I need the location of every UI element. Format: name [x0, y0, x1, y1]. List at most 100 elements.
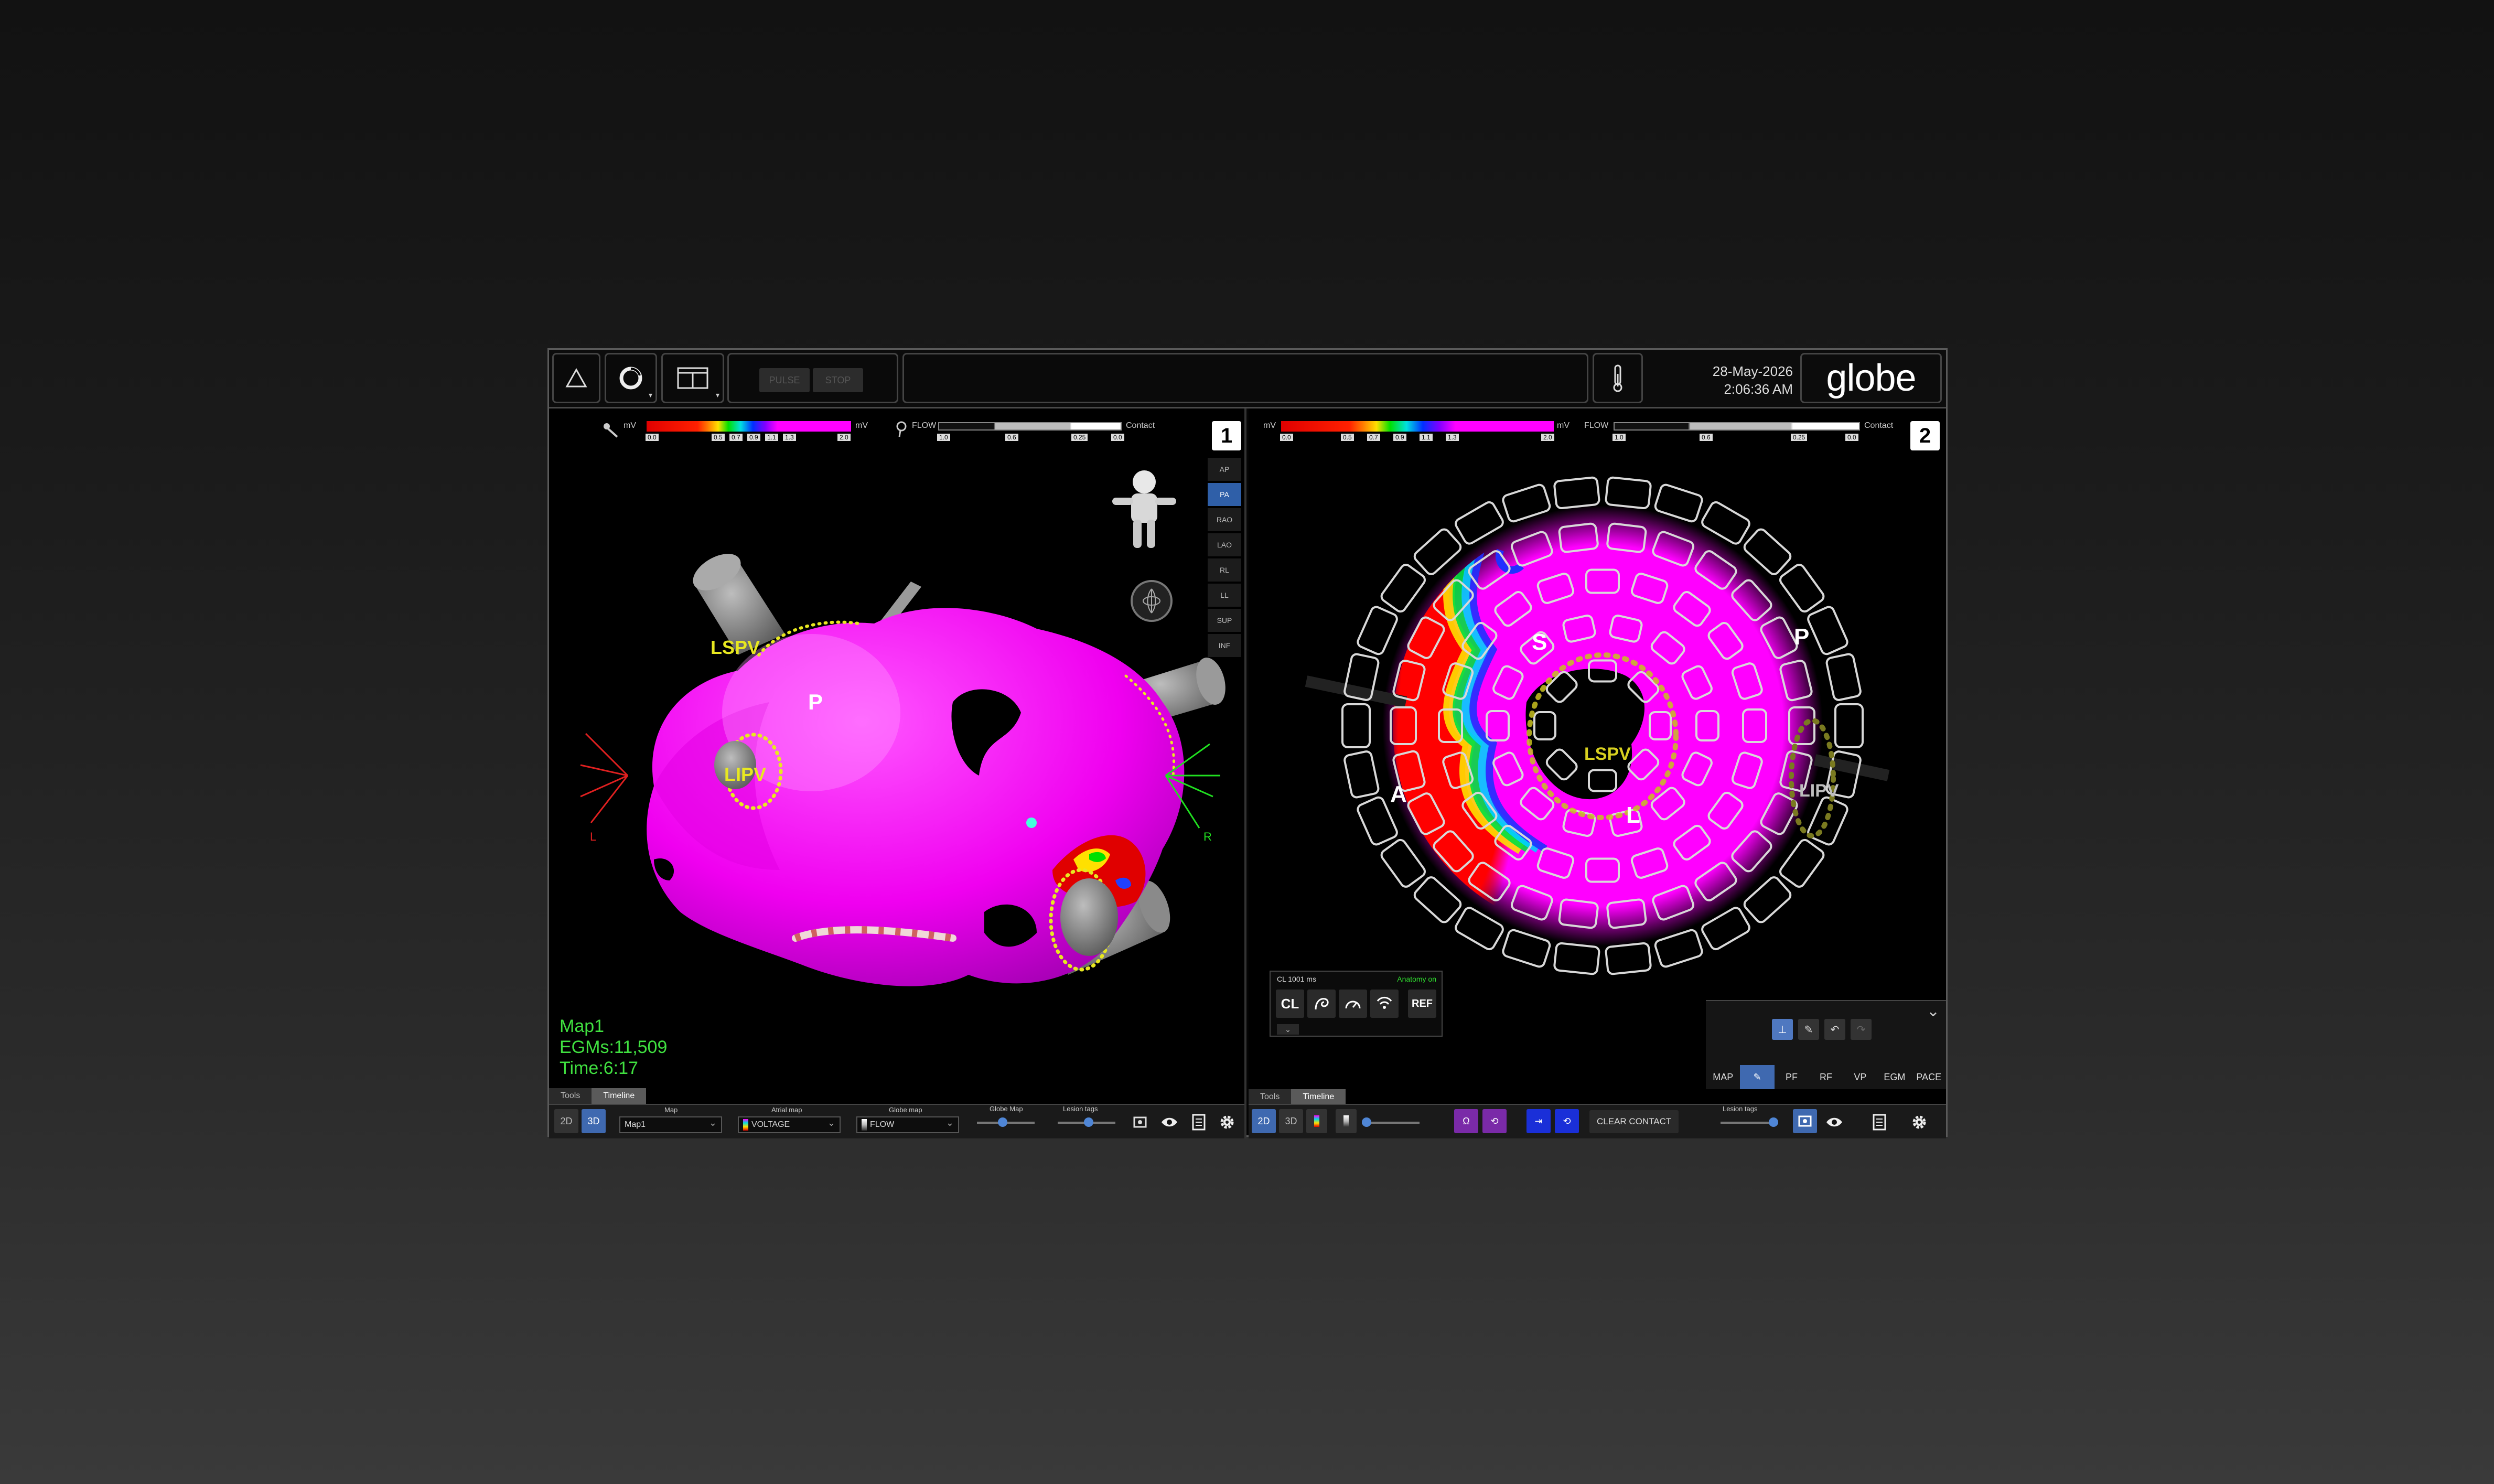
atrial-map-value: VOLTAGE [751, 1120, 790, 1129]
globe-map-slider[interactable] [977, 1117, 1035, 1127]
electrode [1834, 703, 1864, 748]
pulse-button[interactable]: PULSE [759, 368, 810, 392]
view-2d-button[interactable]: 2D [554, 1109, 578, 1133]
notes-button[interactable] [1187, 1110, 1211, 1134]
settings-button[interactable] [1215, 1110, 1239, 1134]
redo-icon: ↷ [1856, 1024, 1866, 1036]
panel-2d-globe-view[interactable]: mV mV 0.0 0.5 0.7 0.9 1.1 1.3 2.0 FLOW C… [1249, 408, 1946, 1138]
view-2d-button[interactable]: 2D [1252, 1109, 1276, 1133]
map-select[interactable]: Map1 [619, 1116, 722, 1133]
view-3d-button[interactable]: 3D [582, 1109, 606, 1133]
mv-tick: 0.9 [1393, 434, 1406, 441]
collapse-chevron-icon[interactable]: ⌄ [1927, 1002, 1940, 1020]
clear-contact-button[interactable]: CLEAR CONTACT [1589, 1110, 1679, 1133]
anatomy-status: Anatomy on [1397, 975, 1436, 983]
settings-button[interactable] [1907, 1110, 1931, 1134]
label-lspv: LSPV [1584, 744, 1631, 764]
notes-button[interactable] [1867, 1110, 1891, 1134]
catheter-tool-button[interactable] [1307, 990, 1336, 1018]
tab-rf[interactable]: RF [1809, 1065, 1843, 1089]
pen-icon: ✎ [1804, 1024, 1813, 1036]
electrode [1807, 796, 1848, 846]
purple-refresh-button[interactable]: ⟲ [1482, 1109, 1507, 1133]
tab-vp[interactable]: VP [1843, 1065, 1877, 1089]
voltage-map-select[interactable] [1306, 1109, 1327, 1133]
tab-timeline[interactable]: Timeline [1291, 1089, 1346, 1105]
voltage-swatch-icon [743, 1119, 748, 1131]
warning-button[interactable] [552, 353, 600, 403]
gauge-button[interactable] [1339, 990, 1367, 1018]
tab-timeline[interactable]: Timeline [592, 1088, 647, 1104]
slider-knob[interactable] [1769, 1117, 1778, 1127]
cl-button[interactable]: CL [1276, 990, 1304, 1018]
ring-icon [619, 367, 642, 390]
map-time: Time:6:17 [560, 1058, 638, 1078]
tab-pf[interactable]: PF [1775, 1065, 1809, 1089]
heart-3d-mesh[interactable]: LSPV LIPV P L R [549, 408, 1246, 1085]
flow-map-select[interactable] [1336, 1109, 1357, 1133]
lesion-tags-label: Lesion tags [1063, 1105, 1098, 1113]
visibility-button[interactable] [1822, 1110, 1846, 1134]
slider-knob[interactable] [998, 1117, 1007, 1127]
mv-tick: 1.1 [1420, 434, 1433, 441]
snapshot-button[interactable] [1128, 1110, 1152, 1134]
tab-tools[interactable]: Tools [549, 1088, 592, 1104]
panel-number-2[interactable]: 2 [1910, 421, 1940, 450]
undo-button[interactable]: ↶ [1824, 1019, 1845, 1040]
tab-map[interactable]: MAP [1706, 1065, 1740, 1089]
slider-knob[interactable] [1362, 1117, 1371, 1127]
globe-electrode-map[interactable]: S P A L LSPV LIPV [1249, 450, 1946, 1033]
triangle-icon [565, 368, 587, 388]
tab-egm[interactable]: EGM [1877, 1065, 1911, 1089]
atrial-map-select[interactable]: VOLTAGE [738, 1116, 841, 1133]
panel-3d-view[interactable]: mV mV 0.0 0.5 0.7 0.9 1.1 1.3 2.0 FLOW C… [549, 408, 1246, 1138]
lesion-tags-slider[interactable] [1058, 1117, 1115, 1127]
tab-tools[interactable]: Tools [1249, 1089, 1292, 1105]
pen-tool-button[interactable]: ✎ [1798, 1019, 1819, 1040]
flow-label: FLOW [1584, 421, 1609, 430]
opacity-slider[interactable] [1362, 1117, 1420, 1127]
lesion-tags-slider[interactable] [1721, 1117, 1778, 1127]
layout-button[interactable]: ▾ [661, 353, 724, 403]
snapshot-button[interactable] [1793, 1109, 1817, 1133]
signal-button[interactable] [1370, 990, 1399, 1018]
date-text: 28-May-2026 [1712, 363, 1793, 379]
redo-button[interactable]: ↷ [1851, 1019, 1872, 1040]
panel1-tabs: Tools Timeline [549, 1088, 647, 1104]
mv-tick: 2.0 [1541, 434, 1554, 441]
cl-expand-button[interactable]: ⌄ [1277, 1024, 1299, 1035]
stop-button[interactable]: STOP [813, 368, 863, 392]
visibility-button[interactable] [1157, 1110, 1181, 1134]
catheter-ring-button[interactable]: ▾ [605, 353, 657, 403]
ref-button[interactable]: REF [1408, 990, 1436, 1018]
electrode [1357, 606, 1398, 655]
label-lspv: LSPV [711, 637, 760, 658]
panel1-control-bar: 2D 3D Map Map1 Atrial map VOLTAGE Globe … [549, 1104, 1244, 1138]
globe-map-select[interactable]: FLOW [856, 1116, 959, 1133]
label-left: L [590, 830, 596, 843]
view-3d-button[interactable]: 3D [1279, 1109, 1303, 1133]
label-lipv: LIPV [724, 763, 766, 785]
jump-button[interactable]: ⇥ [1526, 1109, 1551, 1133]
mv-label-left: mV [1263, 421, 1276, 430]
electrode [1553, 942, 1600, 975]
tab-pace[interactable]: PACE [1912, 1065, 1946, 1089]
select-tool-button[interactable]: ⊥ [1772, 1019, 1793, 1040]
mv-tick: 0.5 [1341, 434, 1354, 441]
flow-tick: 0.25 [1791, 434, 1808, 441]
blue-refresh-button[interactable]: ⟲ [1555, 1109, 1579, 1133]
cycle-length-panel: CL 1001 ms Anatomy on CL REF ⌄ [1270, 971, 1443, 1037]
flow-tick: 0.6 [1700, 434, 1713, 441]
tab-edit[interactable]: ✎ [1740, 1065, 1775, 1089]
tool-palette: ⌄ ⊥ ✎ ↶ ↷ MAP ✎ PF RF VP EGM PACE [1706, 1000, 1946, 1089]
label-posterior: P [808, 690, 823, 714]
impedance-button[interactable]: Ω [1454, 1109, 1478, 1133]
globe-map-value: FLOW [870, 1120, 895, 1129]
gauge-icon [1345, 1001, 1361, 1009]
temperature-button[interactable] [1593, 353, 1643, 403]
left-axis-marker [580, 733, 629, 823]
slider-knob[interactable] [1084, 1117, 1093, 1127]
mv-label-right: mV [1557, 421, 1570, 430]
datetime-display: 28-May-2026 2:06:36 AM [1713, 362, 1793, 398]
contact-label: Contact [1864, 421, 1894, 430]
